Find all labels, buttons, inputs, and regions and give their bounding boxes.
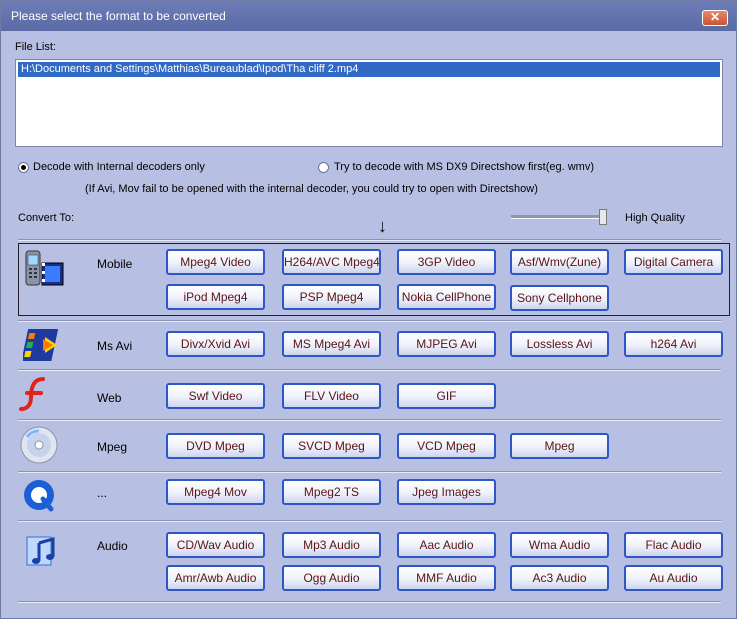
convert-format-dialog: Please select the format to be converted… <box>0 0 737 619</box>
flv-video-button[interactable]: FLV Video <box>282 383 381 409</box>
decode-internal-label[interactable]: Decode with Internal decoders only <box>33 161 205 173</box>
aac-audio-button[interactable]: Aac Audio <box>397 532 496 558</box>
windows-media-icon <box>21 325 63 365</box>
nokia-cellphone-button[interactable]: Nokia CellPhone <box>397 284 496 310</box>
separator <box>18 471 721 473</box>
category-label-mobile: Mobile <box>97 257 133 271</box>
ipod-mpeg4-button[interactable]: iPod Mpeg4 <box>166 284 265 310</box>
mjpeg-avi-button[interactable]: MJPEG Avi <box>397 331 496 357</box>
quality-slider-thumb[interactable] <box>599 209 607 225</box>
category-label-audio: Audio <box>97 539 128 553</box>
decode-directshow-radio[interactable] <box>318 162 329 173</box>
separator <box>18 369 721 371</box>
amr-awb-audio-button[interactable]: Amr/Awb Audio <box>166 565 265 591</box>
ms-mpeg4-avi-button[interactable]: MS Mpeg4 Avi <box>282 331 381 357</box>
wma-audio-button[interactable]: Wma Audio <box>510 532 609 558</box>
category-label-mpeg: Mpeg <box>97 440 128 454</box>
svcd-mpeg-button[interactable]: SVCD Mpeg <box>282 433 381 459</box>
h264-avi-button[interactable]: h264 Avi <box>624 331 723 357</box>
category-label-ms-avi: Ms Avi <box>97 339 133 353</box>
separator <box>18 419 721 421</box>
decoder-note: (If Avi, Mov fail to be opened with the … <box>85 183 538 195</box>
asf-wmv-zune-button[interactable]: Asf/Wmv(Zune) <box>510 249 609 275</box>
down-arrow-icon: ↓ <box>378 216 387 236</box>
title-bar[interactable]: Please select the format to be converted… <box>1 1 736 31</box>
music-note-icon <box>23 531 63 571</box>
quality-label: High Quality <box>625 212 685 224</box>
file-list-label: File List: <box>15 41 56 53</box>
divx-xvid-avi-button[interactable]: Divx/Xvid Avi <box>166 331 265 357</box>
ogg-audio-button[interactable]: Ogg Audio <box>282 565 381 591</box>
close-button[interactable]: ✕ <box>702 10 728 26</box>
digital-camera-button[interactable]: Digital Camera <box>624 249 723 275</box>
flash-icon <box>19 375 59 415</box>
quality-slider-track[interactable] <box>511 215 607 219</box>
disc-icon <box>19 425 59 465</box>
separator <box>18 239 721 241</box>
separator <box>18 520 721 522</box>
h264-avc-mpeg4-button[interactable]: H264/AVC Mpeg4 <box>282 249 381 275</box>
mpeg2-ts-button[interactable]: Mpeg2 TS <box>282 479 381 505</box>
swf-video-button[interactable]: Swf Video <box>166 383 265 409</box>
dvd-mpeg-button[interactable]: DVD Mpeg <box>166 433 265 459</box>
mmf-audio-button[interactable]: MMF Audio <box>397 565 496 591</box>
mpeg4-mov-button[interactable]: Mpeg4 Mov <box>166 479 265 505</box>
lossless-avi-button[interactable]: Lossless Avi <box>510 331 609 357</box>
category-label-web: Web <box>97 391 122 405</box>
ac3-audio-button[interactable]: Ac3 Audio <box>510 565 609 591</box>
window-title: Please select the format to be converted <box>11 9 226 23</box>
au-audio-button[interactable]: Au Audio <box>624 565 723 591</box>
mpeg-button[interactable]: Mpeg <box>510 433 609 459</box>
mp3-audio-button[interactable]: Mp3 Audio <box>282 532 381 558</box>
separator <box>18 320 721 322</box>
quicktime-icon <box>19 477 59 517</box>
psp-mpeg4-button[interactable]: PSP Mpeg4 <box>282 284 381 310</box>
flac-audio-button[interactable]: Flac Audio <box>624 532 723 558</box>
jpeg-images-button[interactable]: Jpeg Images <box>397 479 496 505</box>
file-list[interactable]: H:\Documents and Settings\Matthias\Burea… <box>15 59 723 147</box>
vcd-mpeg-button[interactable]: VCD Mpeg <box>397 433 496 459</box>
gif-button[interactable]: GIF <box>397 383 496 409</box>
cd-wav-audio-button[interactable]: CD/Wav Audio <box>166 532 265 558</box>
sony-cellphone-button[interactable]: Sony Cellphone <box>510 285 609 311</box>
mobile-phone-icon <box>23 249 64 289</box>
convert-to-label: Convert To: <box>18 212 75 224</box>
decode-directshow-label[interactable]: Try to decode with MS DX9 Directshow fir… <box>334 161 594 173</box>
category-label-other: ... <box>97 486 108 500</box>
separator <box>18 601 721 603</box>
decode-internal-radio[interactable] <box>18 162 29 173</box>
mpeg4-video-button[interactable]: Mpeg4 Video <box>166 249 265 275</box>
file-list-item[interactable]: H:\Documents and Settings\Matthias\Burea… <box>18 62 720 77</box>
3gp-video-button[interactable]: 3GP Video <box>397 249 496 275</box>
